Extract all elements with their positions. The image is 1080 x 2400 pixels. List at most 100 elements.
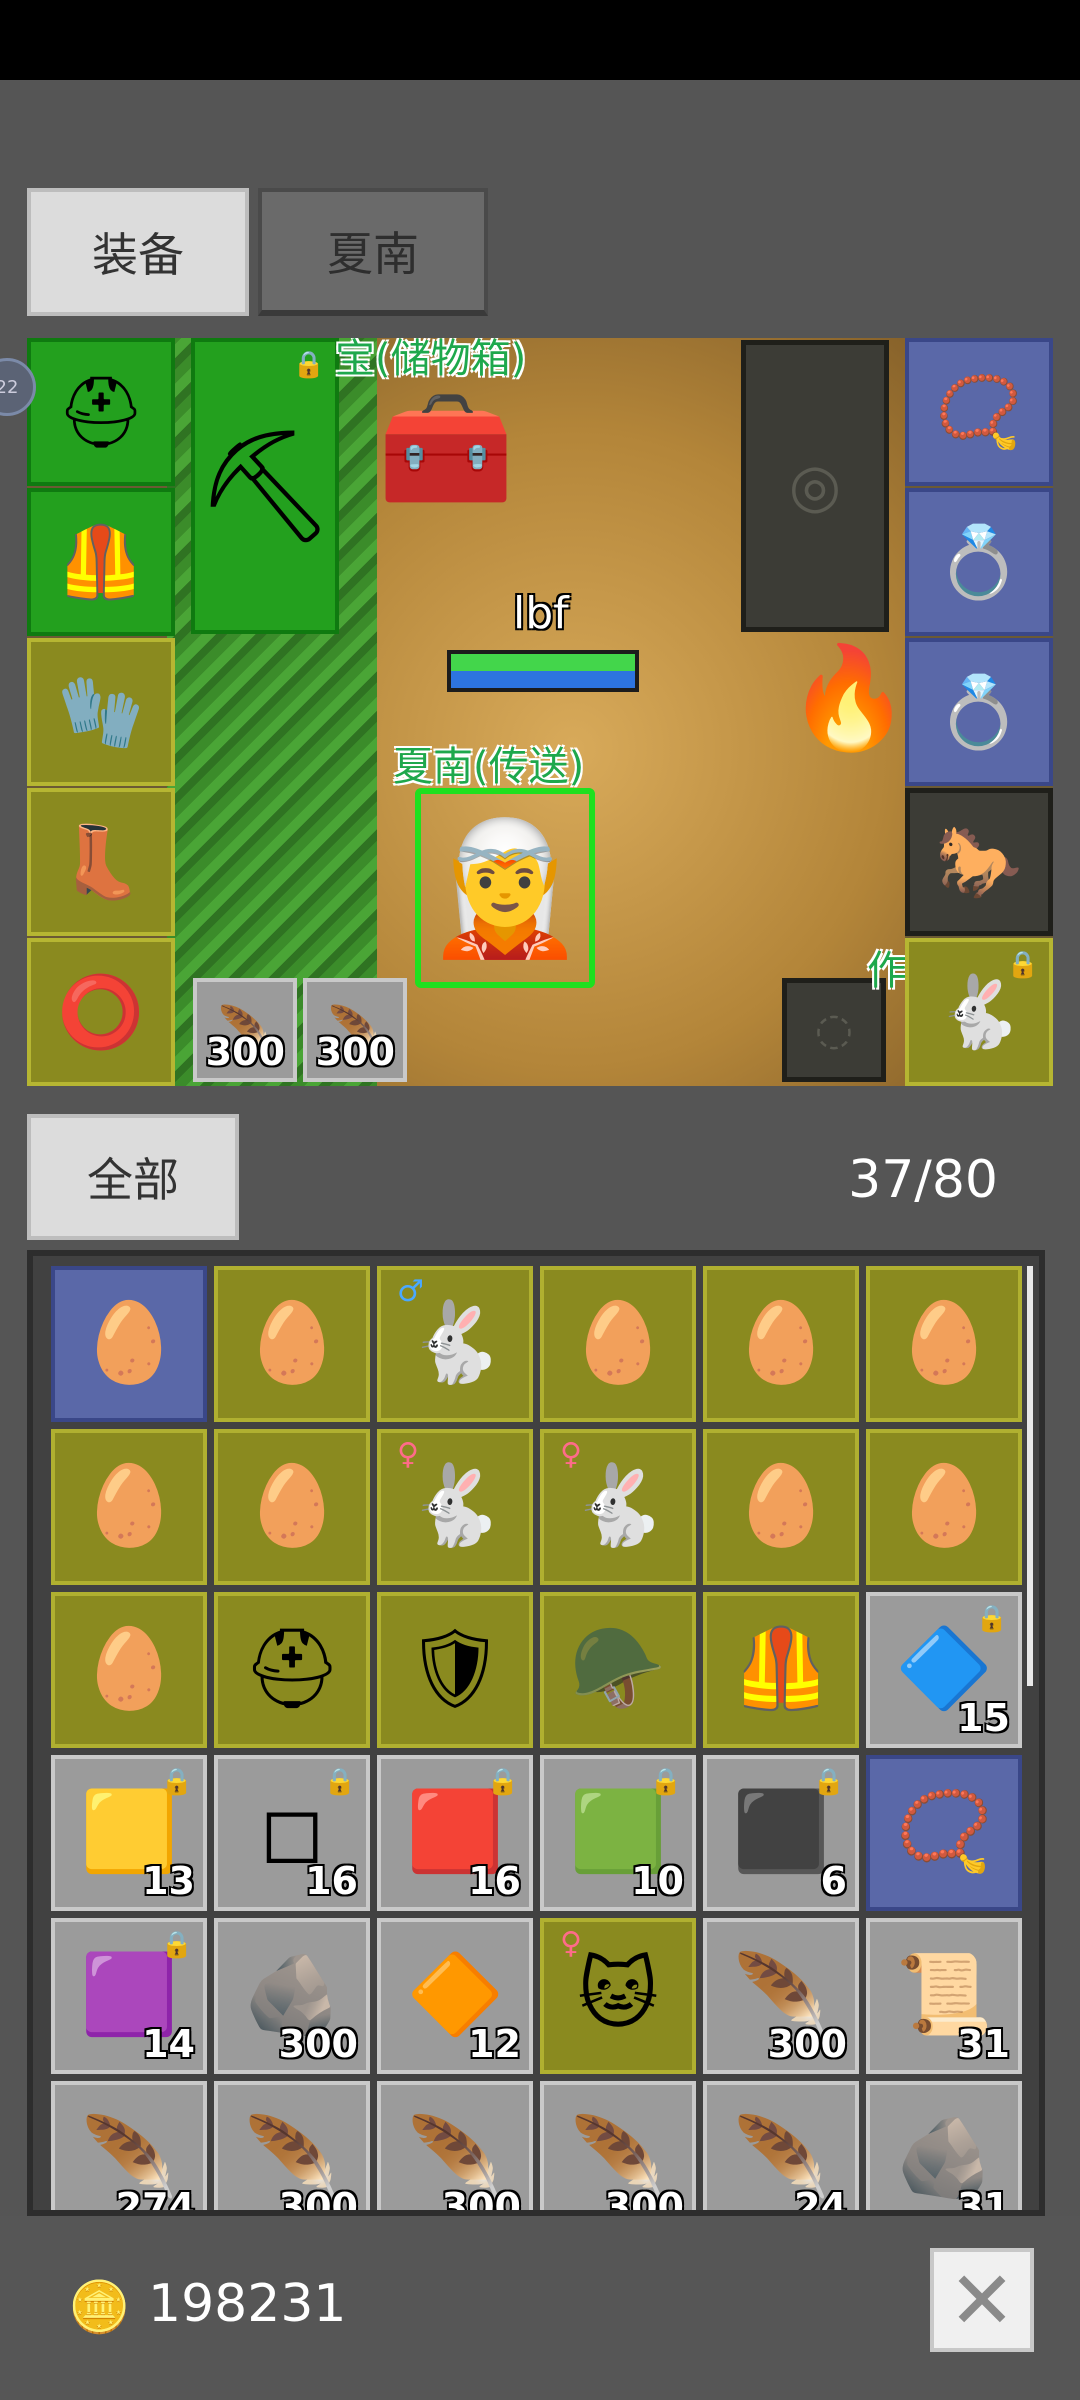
boots-slot[interactable]: 👢 (27, 788, 175, 936)
quickslot-count: 300 (205, 1030, 285, 1074)
inventory-slot[interactable]: 🥚 (214, 1429, 370, 1585)
close-button[interactable]: ✕ (930, 2248, 1034, 2352)
belt-icon: ⭕ (57, 971, 145, 1053)
quickslot-count: 300 (315, 1030, 395, 1074)
inventory-slot[interactable]: ⛑ (214, 1592, 370, 1748)
player-hp-bar (447, 650, 639, 692)
inventory-slot[interactable]: 🪶 300 (703, 1918, 859, 2074)
inventory-slot[interactable]: 🪶 300 (214, 2081, 370, 2216)
inventory-slot[interactable]: 🥚 (51, 1429, 207, 1585)
inventory-slot[interactable]: 🐱 ♀ (540, 1918, 696, 2074)
inventory-slot[interactable]: 🐇 ♂ (377, 1266, 533, 1422)
lock-icon: 🔒 (975, 1604, 1008, 1634)
inventory-slot[interactable]: 🪶 274 (51, 2081, 207, 2216)
pickaxe-icon: ⛏ (195, 422, 335, 550)
inventory-slot[interactable]: 🥚 (703, 1429, 859, 1585)
ring-icon: 💍 (935, 521, 1023, 603)
inventory-slot[interactable]: 🐇 ♀ (540, 1429, 696, 1585)
inventory-slot[interactable]: 🟪 🔒 14 (51, 1918, 207, 2074)
placeholder-icon: ◎ (788, 451, 842, 521)
inventory-slot[interactable]: 📿 (866, 1755, 1022, 1911)
inventory-slot[interactable]: 🪨 31 (866, 2081, 1022, 2210)
item-count: 31 (957, 2022, 1010, 2066)
quickslot-2[interactable]: 🪶 300 (303, 978, 407, 1082)
egg-icon: 🥚 (895, 1461, 993, 1551)
inventory-slot[interactable]: 🪨 300 (214, 1918, 370, 2074)
lock-icon: 🔒 (292, 350, 325, 380)
mount-slot[interactable]: 🐎 (905, 788, 1053, 936)
inventory-slot[interactable]: 🔶 12 (377, 1918, 533, 2074)
belt-slot[interactable]: ⭕ (27, 938, 175, 1086)
chest-icon: 🧰 (377, 384, 515, 512)
iron-helmet-icon: ⛑ (242, 1624, 342, 1714)
necklace-slot[interactable]: 📿 (905, 338, 1053, 486)
inventory-slot[interactable]: 🪶 24 (703, 2081, 859, 2216)
gender-icon: ♀ (560, 1926, 582, 1961)
item-count: 16 (305, 1859, 358, 1903)
inventory-slot[interactable]: 🟨 🔒 13 (51, 1755, 207, 1911)
ring-slot-1[interactable]: 💍 (905, 488, 1053, 636)
rabbit-icon: 🐇 (406, 1298, 504, 1388)
treasure-chest[interactable]: 🧰 (378, 388, 515, 508)
hp-fill (451, 654, 635, 671)
inventory-slot[interactable]: 🥚 (540, 1266, 696, 1422)
inventory-slot[interactable]: 🥚 (866, 1266, 1022, 1422)
item-count: 300 (767, 2022, 847, 2066)
inventory-slot[interactable]: 🥚 (866, 1429, 1022, 1585)
inventory-slot[interactable]: 🥚 (703, 1266, 859, 1422)
item-count: 24 (794, 2185, 847, 2216)
empty-pet-slot[interactable]: ◎ (741, 340, 889, 632)
lock-icon: 🔒 (1006, 950, 1039, 980)
egg-icon: 🥚 (569, 1298, 667, 1388)
inventory-slot[interactable]: 🔷 🔒 15 (866, 1592, 1022, 1748)
inventory-slot[interactable]: 🪶 300 (377, 2081, 533, 2210)
game-scene[interactable]: ⛑ 🦺 🧤 👢 ⭕ ⛏ 🔒 🪶 300 🪶 300 宝(储物箱) 🧰 lbf 夏… (27, 338, 1053, 1086)
quickslot-1[interactable]: 🪶 300 (193, 978, 297, 1082)
helmet-icon: ⛑ (56, 371, 146, 453)
inventory-slot[interactable]: 🦺 (703, 1592, 859, 1748)
inventory-slot[interactable]: 📜 31 (866, 1918, 1022, 2074)
inventory-slot[interactable]: 🟥 🔒 16 (377, 1755, 533, 1911)
ring-slot-2[interactable]: 💍 (905, 638, 1053, 786)
status-bar (0, 0, 1080, 80)
inventory-grid[interactable]: 🥚 🥚 🐇 ♂ 🥚 🥚 🥚 🥚 🥚 🐇 ♀ 🐇 ♀ 🥚 🥚 🥚 ⛑ 🛡 🪖 🦺 🔷 🔒 15 🟨 🔒 13 ◻ 🔒 16 🟥 🔒 16 🟩 🔒 10… (27, 1250, 1045, 2216)
pet-slot[interactable]: 🐇 🔒 (905, 938, 1053, 1086)
lock-icon: 🔒 (649, 1767, 682, 1797)
inventory-slot[interactable]: 🪶 300 (540, 2081, 696, 2210)
inventory-slot[interactable]: 🐇 ♀ (377, 1429, 533, 1585)
armor-slot[interactable]: 🦺 (27, 488, 175, 636)
rabbit-icon: 🐇 (406, 1461, 504, 1551)
item-count: 300 (278, 2185, 358, 2216)
inventory-capacity: 37/80 (848, 1150, 998, 1210)
item-count: 300 (278, 2022, 358, 2066)
gloves-slot[interactable]: 🧤 (27, 638, 175, 786)
necklace-icon: 📿 (935, 371, 1023, 453)
weapon-slot[interactable]: ⛏ 🔒 (191, 338, 339, 634)
category-filter-button[interactable]: 全部 (27, 1114, 239, 1240)
inventory-slot[interactable]: 🥚 (51, 1592, 207, 1748)
player-character[interactable]: 🧝 (415, 788, 595, 988)
gold-amount: 198231 (148, 2274, 347, 2334)
boots-icon: 👢 (57, 821, 145, 903)
item-count: 15 (957, 1696, 1010, 1740)
inventory-slot[interactable]: 🛡 (377, 1592, 533, 1748)
fire-icon: 🔥 (786, 639, 912, 756)
tab-equipment[interactable]: 装备 (27, 188, 249, 316)
inventory-slot[interactable]: 🪖 (540, 1592, 696, 1748)
inventory-slot[interactable]: 🥚 (51, 1266, 207, 1422)
item-count: 16 (468, 1859, 521, 1903)
inventory-slot[interactable]: 🥚 (214, 1266, 370, 1422)
lock-icon: 🔒 (812, 1767, 845, 1797)
lock-icon: 🔒 (160, 1930, 193, 1960)
tab-xianan[interactable]: 夏南 (258, 188, 488, 316)
gold-coins-icon: 🪙 (68, 2278, 131, 2336)
scrollbar[interactable] (1027, 1266, 1033, 1686)
lock-icon: 🔒 (486, 1767, 519, 1797)
inventory-slot[interactable]: ⬛ 🔒 6 (703, 1755, 859, 1911)
necklace-icon: 📿 (895, 1787, 993, 1877)
inventory-slot[interactable]: ◻ 🔒 16 (214, 1755, 370, 1911)
helmet-slot[interactable]: ⛑ (27, 338, 175, 486)
inventory-slot[interactable]: 🟩 🔒 10 (540, 1755, 696, 1911)
item-count: 274 (115, 2185, 195, 2216)
gender-icon: ♀ (397, 1437, 419, 1472)
